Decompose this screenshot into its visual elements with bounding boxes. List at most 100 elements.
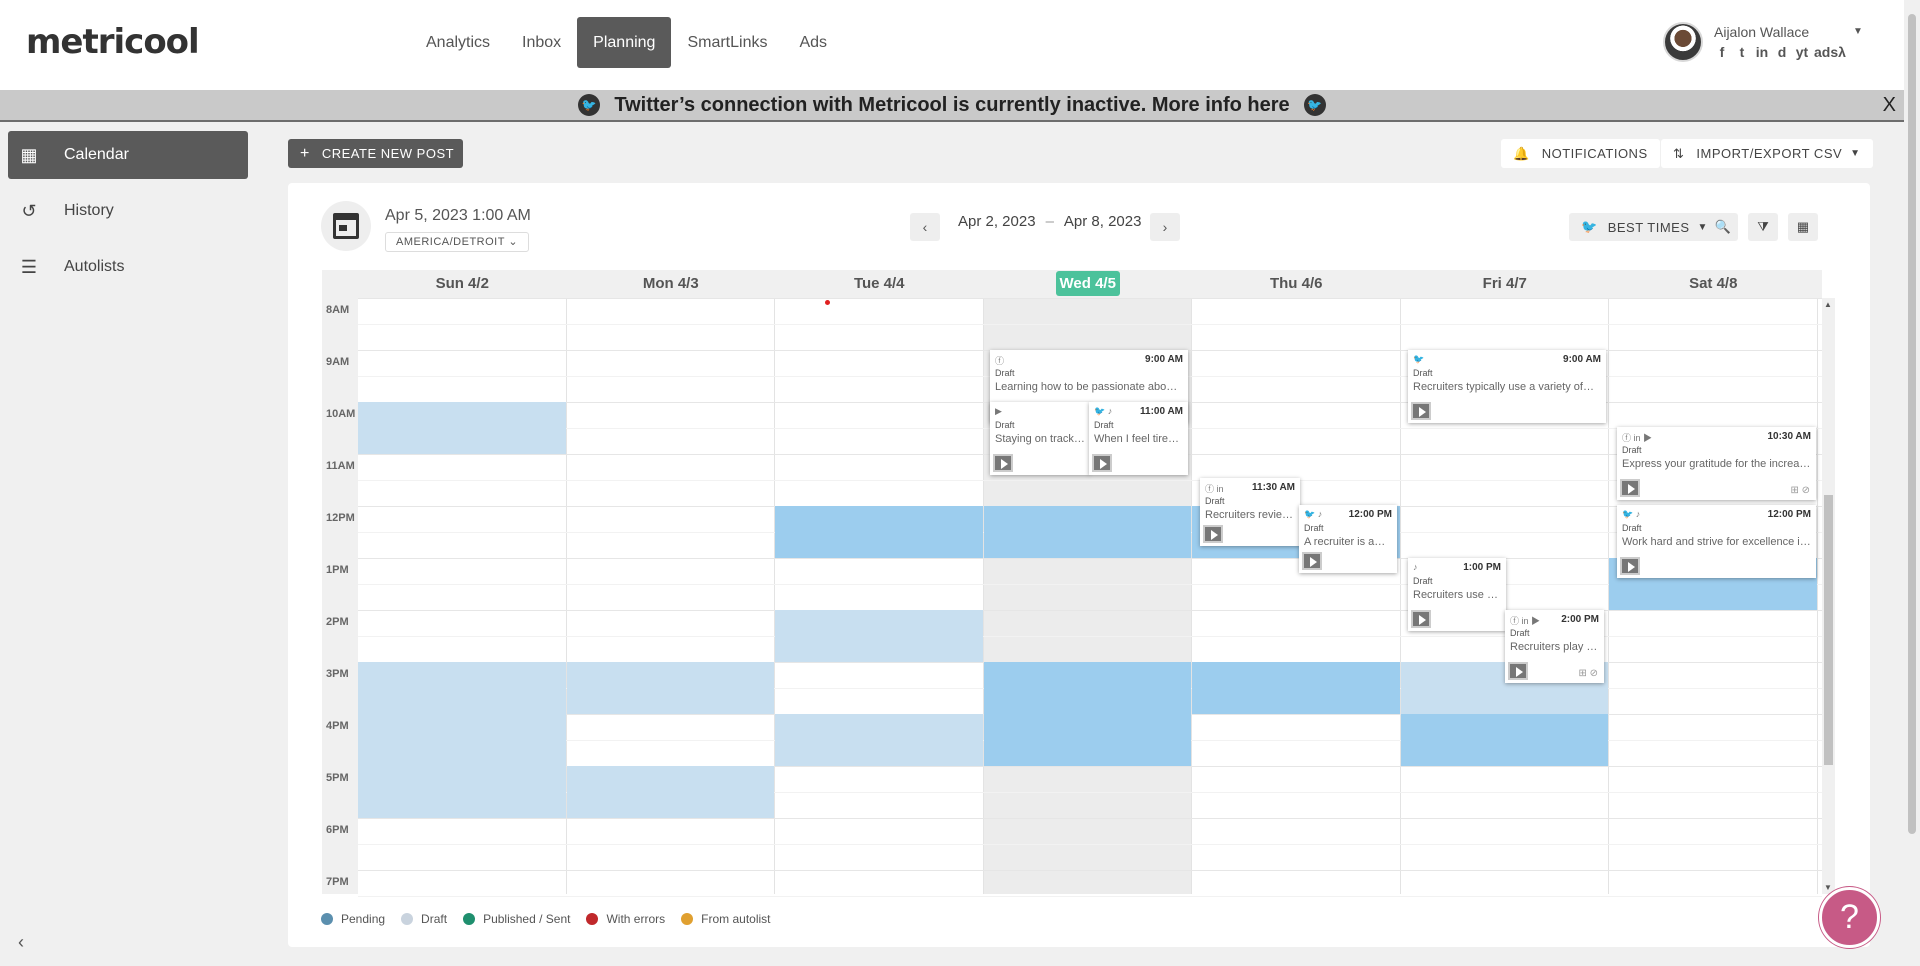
video-thumbnail-icon: [1411, 402, 1431, 420]
user-name: Aijalon Wallace: [1714, 24, 1810, 40]
network-icons: 🐦: [1413, 354, 1425, 364]
best-time-slot[interactable]: [775, 610, 983, 662]
range-separator: –: [1045, 213, 1054, 230]
page-scroll-thumb[interactable]: [1908, 14, 1916, 834]
day-header[interactable]: Fri 4/7: [1401, 270, 1610, 298]
best-time-slot[interactable]: [775, 714, 983, 766]
post-card[interactable]: 🐦 ♪ 12:00 PM Draft A recruiter is a…: [1299, 505, 1397, 573]
network-icons: 🐦 ♪: [1304, 509, 1323, 519]
create-new-post-button[interactable]: + CREATE NEW POST: [288, 139, 463, 168]
post-card[interactable]: ♪ 1:00 PM Draft Recruiters use a variety of…: [1408, 558, 1506, 631]
time-label: 12PM: [326, 512, 355, 524]
tiktok-icon: d: [1777, 44, 1787, 60]
history-icon: ↺: [21, 200, 37, 221]
best-time-slot[interactable]: [566, 766, 774, 818]
sidebar-item-autolists[interactable]: ☰ Autolists: [8, 243, 248, 291]
filter-button[interactable]: ⧩: [1748, 213, 1778, 241]
nav-inbox[interactable]: Inbox: [506, 17, 577, 68]
day-header-label: Wed 4/5: [1055, 271, 1120, 296]
import-export-csv-button[interactable]: ⇅ IMPORT/EXPORT CSV ▼: [1661, 139, 1873, 168]
bell-icon: 🔔: [1513, 145, 1530, 161]
best-times-dropdown[interactable]: 🐦 BEST TIMES ▼: [1569, 213, 1720, 241]
post-time: 9:00 AM: [1145, 354, 1183, 365]
post-card[interactable]: ▶ Draft Staying on track and…: [990, 402, 1090, 475]
metricool-logo[interactable]: metricool: [26, 22, 200, 62]
week-grid[interactable]: Sun 4/2 Mon 4/3 Tue 4/4 Wed 4/5 Thu 4/6 Fri 4…: [322, 270, 1835, 897]
video-thumbnail-icon: [1620, 557, 1640, 575]
notifications-button[interactable]: 🔔 NOTIFICATIONS: [1501, 139, 1660, 168]
post-status: Draft: [1304, 523, 1324, 533]
day-header-label: Tue 4/4: [853, 275, 905, 292]
day-header[interactable]: Mon 4/3: [567, 270, 776, 298]
best-time-slot[interactable]: [1400, 714, 1608, 766]
post-time: 11:30 AM: [1252, 482, 1295, 493]
grid-scrollbar[interactable]: ▲ ▼: [1822, 298, 1835, 894]
day-header[interactable]: Sun 4/2: [358, 270, 567, 298]
nav-ads[interactable]: Ads: [783, 17, 843, 68]
day-column[interactable]: [775, 298, 984, 894]
banner-close-button[interactable]: X: [1883, 94, 1896, 117]
legend-label: Draft: [421, 912, 448, 926]
day-header-label: Fri 4/7: [1482, 275, 1527, 292]
scroll-up-icon[interactable]: ▲: [1824, 300, 1832, 309]
ads-megaphone-icon: ads: [1814, 44, 1839, 60]
day-header[interactable]: Thu 4/6: [1192, 270, 1401, 298]
network-icons: ⓕ: [995, 356, 1005, 366]
post-card[interactable]: 🐦 ♪ 11:00 AM Draft When I feel tired, …: [1089, 402, 1188, 475]
day-header[interactable]: Sat 4/8: [1609, 270, 1818, 298]
twitter-icon: 🐦: [578, 94, 601, 116]
post-card[interactable]: ⓕ in ▶ 10:30 AM Draft Express your gratitud…: [1617, 427, 1816, 500]
day-column[interactable]: [1192, 298, 1401, 894]
legend-label: Published / Sent: [483, 912, 571, 926]
post-card[interactable]: 🐦 ♪ 12:00 PM Draft Work hard and strive for…: [1617, 505, 1816, 578]
day-header[interactable]: Wed 4/5: [984, 270, 1193, 298]
best-time-slot[interactable]: [1192, 662, 1400, 714]
nav-smartlinks[interactable]: SmartLinks: [671, 17, 783, 68]
chevron-right-icon: ›: [1162, 219, 1168, 235]
day-header-label: Mon 4/3: [642, 275, 699, 292]
sidebar-item-history[interactable]: ↺ History: [8, 187, 248, 235]
time-label: 6PM: [326, 824, 349, 836]
help-button[interactable]: ?: [1819, 887, 1880, 948]
legend-item: From autolist: [681, 912, 771, 926]
sidebar-item-calendar[interactable]: ▦ Calendar: [8, 131, 248, 179]
status-legend: Pending Draft Published / Sent With errors F…: [321, 912, 771, 926]
banner-text[interactable]: Twitter’s connection with Metricool is c…: [614, 90, 1289, 120]
best-time-slot[interactable]: [775, 506, 983, 558]
post-text: Recruiters play a…: [1510, 641, 1599, 653]
zoom-button[interactable]: 🔍: [1708, 213, 1738, 241]
page-scrollbar[interactable]: [1904, 0, 1920, 966]
post-card[interactable]: ⓕ in 11:30 AM Draft Recruiters review res…: [1200, 478, 1300, 546]
avatar[interactable]: [1663, 22, 1703, 62]
grid-line: [358, 480, 1822, 481]
notifications-label: NOTIFICATIONS: [1541, 146, 1648, 161]
scroll-down-icon[interactable]: ▼: [1824, 883, 1832, 892]
video-thumbnail-icon: [1411, 610, 1431, 628]
nav-planning[interactable]: Planning: [577, 17, 672, 68]
best-time-slot[interactable]: [566, 662, 774, 714]
collapse-sidebar-button[interactable]: ‹: [18, 932, 24, 953]
next-week-button[interactable]: ›: [1150, 213, 1180, 241]
user-menu[interactable]: Aijalon Wallace ▼ f t in d yt ads λ: [1661, 22, 1891, 66]
week-range: Apr 2, 2023– Apr 8, 2023: [958, 213, 1141, 230]
time-label: 5PM: [326, 772, 349, 784]
chevron-down-icon[interactable]: ▼: [1853, 26, 1863, 37]
post-card[interactable]: 🐦 9:00 AM Draft Recruiters typically use a …: [1408, 350, 1606, 423]
timezone-select[interactable]: AMERICA/DETROIT ⌄: [385, 232, 530, 252]
best-time-slot[interactable]: [983, 506, 1191, 558]
twitter-inactive-banner[interactable]: 🐦 Twitter’s connection with Metricool is …: [0, 90, 1904, 122]
calendar-icon[interactable]: [321, 201, 371, 251]
twitter-icon: t: [1739, 44, 1745, 60]
post-card[interactable]: ⓕ in ▶ 2:00 PM Draft Recruiters play a… ⊞ ⊘: [1505, 610, 1604, 683]
prev-week-button[interactable]: ‹: [910, 213, 940, 241]
current-datetime: Apr 5, 2023 1:00 AM: [385, 207, 531, 224]
best-time-slot[interactable]: [358, 402, 566, 454]
best-time-slot[interactable]: [983, 662, 1191, 766]
video-thumbnail-icon: [993, 454, 1013, 472]
best-time-slot[interactable]: [358, 662, 566, 818]
day-header[interactable]: Tue 4/4: [775, 270, 984, 298]
calendar-view-button[interactable]: ▦: [1788, 213, 1818, 241]
sidebar-item-label: Autolists: [64, 258, 125, 275]
grid-scroll-thumb[interactable]: [1824, 495, 1833, 765]
nav-analytics[interactable]: Analytics: [410, 17, 506, 68]
